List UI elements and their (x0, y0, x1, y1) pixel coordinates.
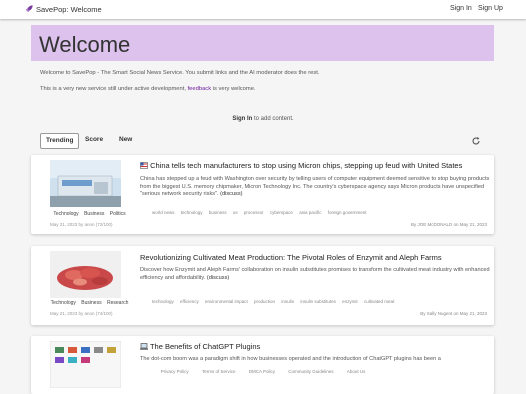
page-title: Welcome (39, 32, 131, 57)
intro-text: Welcome to SavePop - The Smart Social Ne… (40, 70, 320, 76)
intro-feedback-pre: This is a very new service still under a… (40, 86, 188, 92)
signin-prompt: Sign In to add content. (0, 116, 526, 122)
article-card: The Benefits of ChatGPT Plugins The dot-… (31, 336, 494, 394)
article-title[interactable]: The Benefits of ChatGPT Plugins (140, 342, 260, 351)
article-byline: By Sally Nugent on May 21, 2023 (420, 311, 487, 316)
laptop-icon (140, 343, 148, 350)
keyword[interactable]: technology (152, 299, 174, 304)
footer-link-terms[interactable]: Terms of Service (202, 369, 236, 374)
sign-up-link[interactable]: Sign Up (478, 5, 503, 12)
keyword[interactable]: business (209, 210, 227, 215)
discuss-link[interactable]: (discuss) (220, 191, 242, 197)
article-summary: The dot-com boom was a paradigm shift in… (140, 356, 441, 362)
keyword[interactable]: efficiency (180, 299, 199, 304)
article-card: Technology Business Research May 21, 202… (31, 246, 494, 325)
keyword[interactable]: processor (244, 210, 264, 215)
tag-list: Technology Business Research (31, 300, 148, 306)
sign-in-link[interactable]: Sign In (450, 5, 472, 12)
keyword[interactable]: enzymit (342, 299, 358, 304)
article-summary: China has stepped up a feud with Washing… (140, 176, 490, 199)
signin-prompt-text: to add content. (252, 116, 294, 122)
article-summary-text: Discover how Enzymit and Aleph Farms' co… (140, 267, 490, 281)
keyword[interactable]: insulin substitutes (300, 299, 336, 304)
tag[interactable]: Politics (110, 211, 126, 217)
keyword[interactable]: production (254, 299, 275, 304)
keyword-list: technology efficiency environmental impa… (152, 299, 399, 304)
tag[interactable]: Research (107, 300, 128, 306)
welcome-banner: Welcome (31, 25, 494, 61)
top-bar: SavePop: Welcome Sign In Sign Up (0, 0, 526, 19)
article-summary: Discover how Enzymit and Aleph Farms' co… (140, 267, 490, 282)
tag[interactable]: Business (81, 300, 101, 306)
footer-link-privacy[interactable]: Privacy Policy (161, 369, 189, 374)
keyword[interactable]: asia pacific (299, 210, 321, 215)
keyword[interactable]: insulin (281, 299, 294, 304)
article-title-text: The Benefits of ChatGPT Plugins (149, 342, 261, 351)
article-summary-text: China has stepped up a feud with Washing… (140, 176, 490, 197)
discuss-link[interactable]: (discuss) (207, 275, 229, 281)
tag-list: Technology Business Politics (31, 211, 148, 217)
keyword[interactable]: us (233, 210, 238, 215)
tab-new[interactable]: New (114, 133, 137, 147)
keyword[interactable]: environmental impact (205, 299, 248, 304)
rocket-icon (25, 5, 33, 13)
footer-link-about[interactable]: About Us (347, 369, 366, 374)
intro-feedback-line: This is a very new service still under a… (40, 86, 256, 92)
keyword[interactable]: foreign government (328, 210, 367, 215)
flag-icon (140, 162, 148, 169)
article-thumbnail[interactable] (50, 251, 121, 298)
article-thumbnail[interactable] (50, 341, 121, 388)
footer-link-dmca[interactable]: DMCA Policy (249, 369, 275, 374)
article-title[interactable]: China tells tech manufacturers to stop u… (140, 161, 462, 170)
signin-prompt-link[interactable]: Sign In (232, 116, 252, 122)
brand[interactable]: SavePop: Welcome (25, 4, 102, 14)
article-meta: May 21, 2023 by anon (74/100) (50, 311, 113, 316)
article-title-text: Revolutionizing Cultivated Meat Producti… (140, 253, 442, 262)
tab-trending[interactable]: Trending (40, 133, 80, 149)
footer: Privacy Policy Terms of Service DMCA Pol… (0, 369, 526, 374)
article-title[interactable]: Revolutionizing Cultivated Meat Producti… (140, 253, 442, 262)
article-card: Technology Business Politics May 21, 202… (31, 155, 494, 234)
tag[interactable]: Technology (53, 211, 78, 217)
feedback-link[interactable]: feedback (188, 86, 212, 92)
keyword[interactable]: technology (181, 210, 203, 215)
intro-feedback-post: is very welcome. (211, 86, 256, 92)
tab-score[interactable]: Score (80, 133, 108, 147)
keyword-list: world news technology business us proces… (152, 210, 372, 215)
refresh-icon[interactable] (471, 136, 481, 146)
keyword[interactable]: world news (152, 210, 175, 215)
article-title-text: China tells tech manufacturers to stop u… (150, 161, 463, 170)
app-title: SavePop: Welcome (36, 5, 102, 14)
article-byline: By JOE McDONALD on May 21, 2023 (410, 222, 487, 227)
keyword[interactable]: cyberspace (270, 210, 293, 215)
tag[interactable]: Technology (51, 300, 76, 306)
article-meta: May 21, 2023 by anon (72/100) (50, 222, 113, 227)
footer-link-guidelines[interactable]: Community Guidelines (288, 369, 333, 374)
tag[interactable]: Business (84, 211, 104, 217)
article-thumbnail[interactable] (50, 160, 121, 207)
keyword[interactable]: cultivated meat (364, 299, 394, 304)
